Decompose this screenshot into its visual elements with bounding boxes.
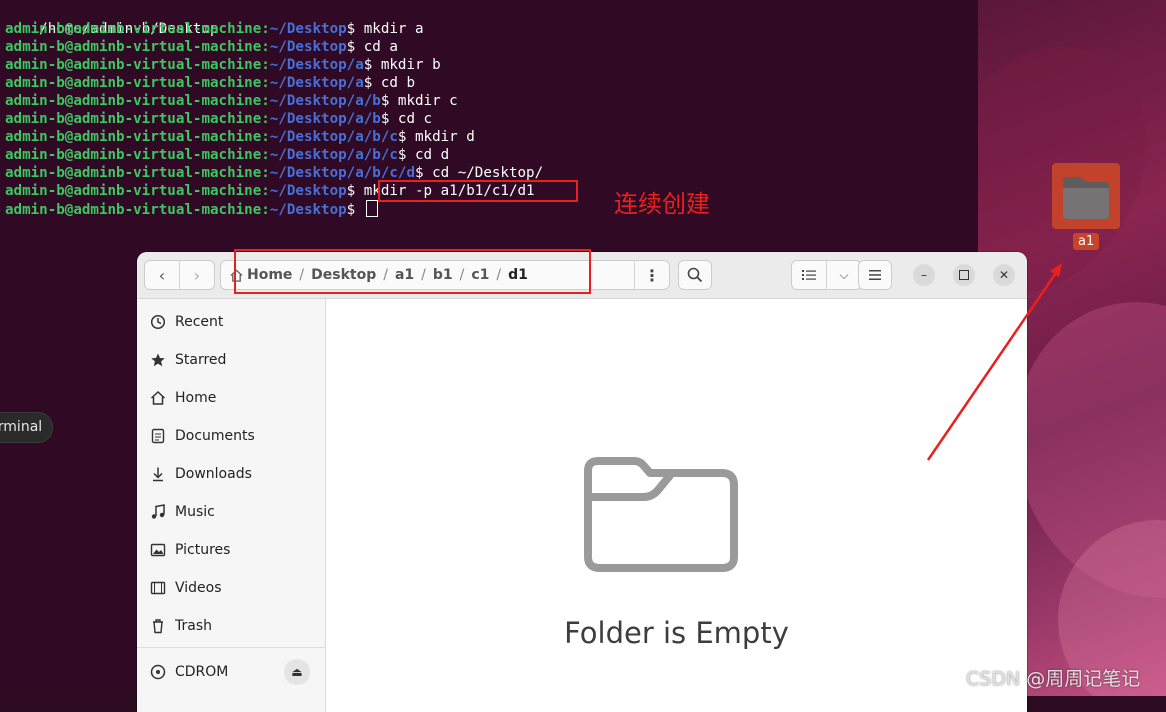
music-icon bbox=[150, 504, 166, 520]
sidebar-item-label: Pictures bbox=[175, 542, 231, 558]
forward-button[interactable]: › bbox=[179, 261, 214, 289]
sidebar-item-label: CDROM bbox=[175, 664, 229, 680]
eject-icon: ⏏ bbox=[291, 665, 303, 679]
sidebar: Recent Starred Home Documents Downloads Music… bbox=[137, 299, 326, 712]
download-icon bbox=[150, 466, 166, 482]
view-options-button[interactable]: ⌵ bbox=[826, 261, 861, 289]
sidebar-divider bbox=[137, 647, 325, 648]
sidebar-item-music[interactable]: Music bbox=[137, 493, 325, 531]
picture-icon bbox=[150, 542, 166, 558]
document-icon bbox=[150, 428, 166, 444]
back-button[interactable]: ‹ bbox=[145, 261, 179, 289]
list-view-button[interactable] bbox=[792, 261, 826, 289]
sidebar-item-label: Home bbox=[175, 390, 217, 406]
chevron-left-icon: ‹ bbox=[158, 265, 166, 285]
sidebar-item-label: Downloads bbox=[175, 466, 252, 482]
sidebar-item-label: Trash bbox=[175, 618, 212, 634]
sidebar-item-label: Music bbox=[175, 504, 215, 520]
sidebar-item-downloads[interactable]: Downloads bbox=[137, 455, 325, 493]
vertical-dots-icon: ⋮ bbox=[644, 265, 660, 285]
terminal-prompt-line: admin-b@adminb-virtual-machine:~/Desktop… bbox=[5, 93, 458, 109]
chevron-right-icon: › bbox=[193, 265, 201, 285]
terminal-prompt-line: admin-b@adminb-virtual-machine:~/Desktop… bbox=[5, 75, 416, 91]
empty-folder-message: Folder is Empty bbox=[564, 616, 789, 650]
sidebar-item-recent[interactable]: Recent bbox=[137, 303, 325, 341]
view-button-group: ⌵ bbox=[791, 260, 862, 290]
sidebar-item-home[interactable]: Home bbox=[137, 379, 325, 417]
chevron-down-icon: ⌵ bbox=[839, 267, 849, 282]
sidebar-item-starred[interactable]: Starred bbox=[137, 341, 325, 379]
trash-icon bbox=[150, 618, 166, 634]
video-icon bbox=[150, 580, 166, 596]
sidebar-item-label: Starred bbox=[175, 352, 227, 368]
breadcrumb-highlight-box bbox=[234, 249, 591, 294]
star-icon bbox=[150, 352, 166, 368]
sidebar-item-label: Documents bbox=[175, 428, 255, 444]
nav-button-group: ‹ › bbox=[144, 260, 215, 290]
terminal-prompt-line: admin-b@adminb-virtual-machine:~/Desktop… bbox=[5, 129, 475, 145]
terminal-prompt-line: admin-b@adminb-virtual-machine:~/Desktop… bbox=[5, 39, 398, 55]
eject-button[interactable]: ⏏ bbox=[284, 659, 310, 685]
terminal-path-line: /home/admin-b/Desktop bbox=[39, 21, 219, 37]
folder-icon bbox=[1063, 177, 1109, 219]
empty-folder-icon bbox=[584, 457, 738, 572]
list-view-icon bbox=[802, 270, 816, 280]
terminal-tooltip: Terminal bbox=[0, 412, 54, 443]
clock-icon bbox=[150, 314, 166, 330]
terminal-prompt-line: admin-b@adminb-virtual-machine:~/Desktop… bbox=[5, 147, 450, 163]
sidebar-item-label: Recent bbox=[175, 314, 224, 330]
search-icon bbox=[687, 267, 703, 283]
terminal-prompt-line: admin-b@adminb-virtual-machine:~/Desktop… bbox=[5, 111, 433, 127]
sidebar-item-pictures[interactable]: Pictures bbox=[137, 531, 325, 569]
annotation-arrow bbox=[926, 263, 1062, 461]
search-button[interactable] bbox=[678, 260, 712, 290]
sidebar-item-documents[interactable]: Documents bbox=[137, 417, 325, 455]
home-icon bbox=[150, 390, 166, 406]
sidebar-item-label: Videos bbox=[175, 580, 222, 596]
desktop-folder-label: a1 bbox=[1073, 233, 1100, 250]
terminal-prompt-line: admin-b@adminb-virtual-machine:~/Desktop… bbox=[5, 200, 378, 218]
sidebar-item-trash[interactable]: Trash bbox=[137, 607, 325, 645]
terminal-prompt-line: admin-b@adminb-virtual-machine:~/Desktop… bbox=[5, 57, 441, 73]
annotation-text: 连续创建 bbox=[614, 190, 710, 218]
disc-icon bbox=[150, 664, 166, 680]
desktop-folder-a1[interactable] bbox=[1052, 163, 1120, 229]
terminal-prompt-line: admin-b@adminb-virtual-machine:~/Desktop… bbox=[5, 21, 424, 37]
file-manager-window: ‹ › Home / Desktop / a1 / b1 / c1 / d1 ⋮ bbox=[137, 252, 1027, 712]
watermark: CSDN @周周记笔记 bbox=[966, 668, 1141, 690]
terminal-cursor bbox=[365, 200, 378, 217]
hamburger-icon bbox=[869, 270, 881, 280]
main-menu-button[interactable] bbox=[858, 260, 892, 290]
sidebar-item-videos[interactable]: Videos bbox=[137, 569, 325, 607]
command-highlight-box bbox=[378, 180, 578, 202]
path-menu-button[interactable]: ⋮ bbox=[634, 260, 669, 290]
